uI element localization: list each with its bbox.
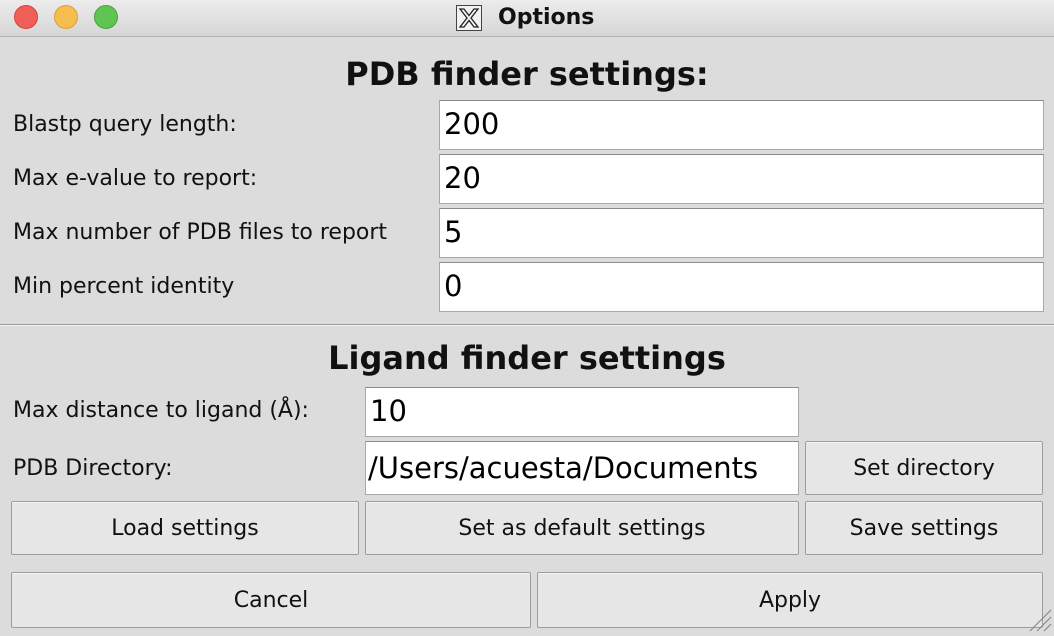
window-title: Options — [498, 5, 595, 30]
pdb-finder-heading: PDB finder settings: — [345, 55, 709, 93]
max-evalue-input[interactable]: 20 — [439, 154, 1044, 204]
minimize-window-button[interactable] — [54, 5, 78, 29]
resize-grip-icon[interactable] — [1026, 606, 1052, 632]
load-settings-button[interactable]: Load settings — [11, 501, 359, 555]
max-pdb-files-label: Max number of PDB files to report — [13, 220, 388, 245]
set-default-settings-button[interactable]: Set as default settings — [365, 501, 799, 555]
max-distance-ligand-label: Max distance to ligand (Å): — [13, 398, 309, 423]
min-percent-identity-input[interactable]: 0 — [439, 262, 1044, 312]
max-pdb-files-input[interactable]: 5 — [439, 208, 1044, 258]
save-settings-button[interactable]: Save settings — [805, 501, 1043, 555]
blastp-query-length-input[interactable]: 200 — [439, 100, 1044, 150]
max-evalue-label: Max e-value to report: — [13, 166, 258, 191]
zoom-window-button[interactable] — [94, 5, 118, 29]
x11-app-icon — [456, 5, 482, 31]
apply-button[interactable]: Apply — [537, 572, 1043, 628]
max-distance-ligand-input[interactable]: 10 — [365, 387, 799, 437]
section-divider — [0, 324, 1054, 326]
blastp-query-length-label: Blastp query length: — [13, 112, 237, 137]
pdb-directory-label: PDB Directory: — [13, 456, 173, 481]
ligand-finder-heading: Ligand finder settings — [328, 339, 726, 377]
pdb-directory-input[interactable]: /Users/acuesta/Documents — [365, 441, 799, 495]
cancel-button[interactable]: Cancel — [11, 572, 531, 628]
min-percent-identity-label: Min percent identity — [13, 274, 235, 299]
title-bar: Options — [0, 0, 1054, 37]
set-directory-button[interactable]: Set directory — [805, 441, 1043, 495]
close-window-button[interactable] — [14, 5, 38, 29]
